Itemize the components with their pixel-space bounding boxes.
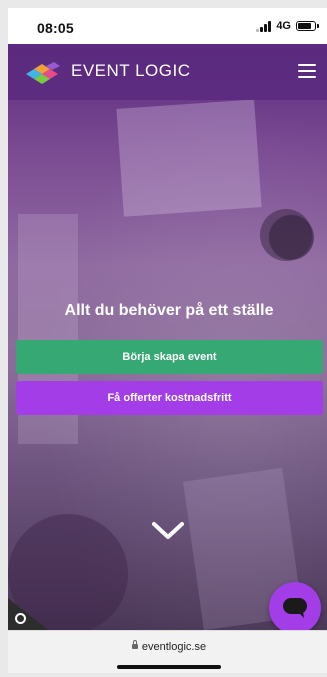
status-indicators: 4G [256, 20, 319, 32]
browser-address-bar[interactable]: eventlogic.se [8, 630, 327, 673]
url-display[interactable]: eventlogic.se [8, 639, 327, 653]
accessibility-icon[interactable] [15, 613, 26, 624]
signal-icon [256, 20, 272, 32]
chat-bubble-icon [283, 598, 307, 618]
lock-icon [131, 639, 138, 649]
phone-screen: 08:05 4G EVENT LOGIC Allt du behöver på … [8, 8, 327, 673]
background-notebook [116, 99, 262, 217]
background-coffee-cup [260, 209, 312, 261]
status-bar: 08:05 4G [8, 8, 327, 44]
battery-icon [296, 21, 319, 31]
get-free-quotes-button[interactable]: Få offerter kostnadsfritt [16, 381, 323, 415]
chat-button[interactable] [269, 582, 321, 630]
home-indicator [117, 665, 221, 669]
event-logic-logo-icon[interactable] [22, 60, 62, 86]
status-time: 08:05 [37, 20, 74, 36]
chevron-down-icon[interactable] [151, 520, 185, 542]
network-type: 4G [276, 20, 291, 32]
url-text: eventlogic.se [141, 641, 207, 653]
brand-name[interactable]: EVENT LOGIC [71, 61, 191, 81]
hero-section: EVENT LOGIC Allt du behöver på ett ställ… [8, 44, 327, 630]
hero-headline: Allt du behöver på ett ställe [64, 302, 274, 319]
site-navbar: EVENT LOGIC [8, 44, 327, 100]
hamburger-menu-icon[interactable] [298, 64, 316, 78]
start-creating-event-button[interactable]: Börja skapa event [16, 340, 323, 374]
accessibility-corner[interactable] [8, 598, 48, 630]
